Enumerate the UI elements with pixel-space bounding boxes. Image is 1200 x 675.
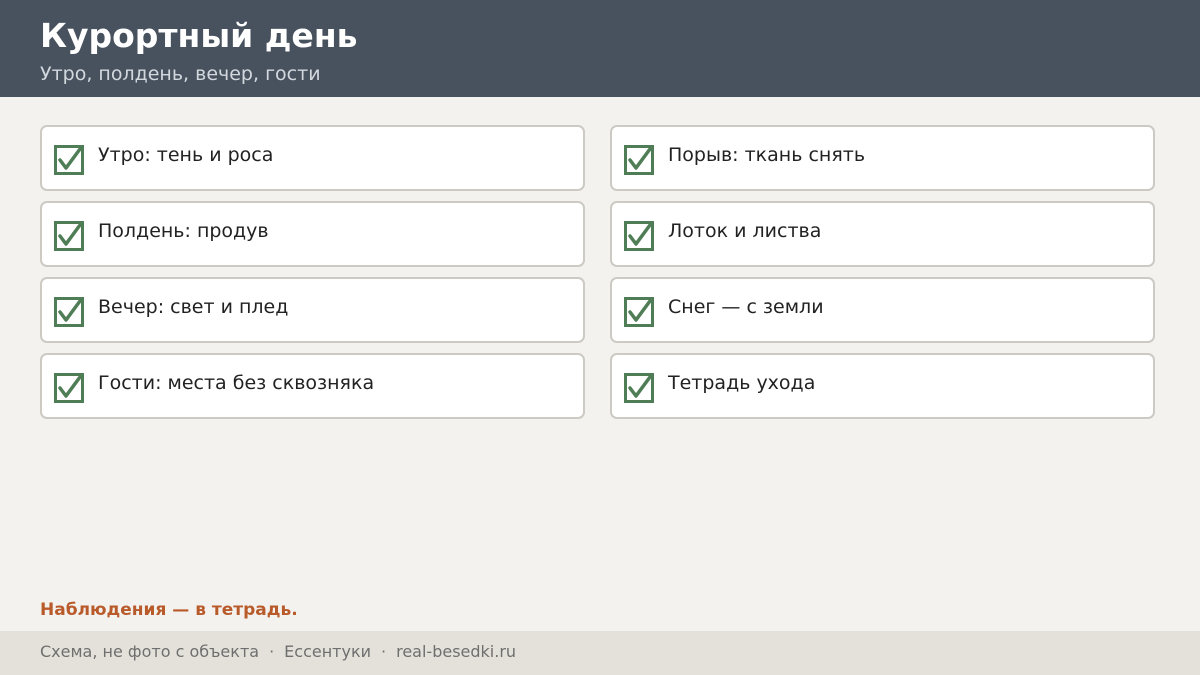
footer: Схема, не фото с объекта · Ессентуки · real-… — [0, 631, 1200, 675]
checklist-item-label: Снег — с земли — [668, 296, 824, 318]
checklist-item-label: Вечер: свет и плед — [98, 296, 289, 318]
checkbox-checked-icon[interactable] — [624, 145, 654, 175]
page-subtitle: Утро, полдень, вечер, гости — [40, 63, 321, 85]
checklist-item-label: Тетрадь ухода — [668, 372, 816, 394]
page-title: Курортный день — [40, 16, 358, 55]
checklist-item-label: Гости: места без сквозняка — [98, 372, 375, 394]
checkbox-checked-icon[interactable] — [54, 221, 84, 251]
checklist-item[interactable]: Снег — с земли — [610, 277, 1155, 343]
checklist-item-label: Полдень: продув — [98, 220, 269, 242]
checklist-item[interactable]: Полдень: продув — [40, 201, 585, 267]
note-text: Наблюдения — в тетрадь. — [40, 600, 298, 620]
checkbox-checked-icon[interactable] — [624, 373, 654, 403]
header: Курортный день Утро, полдень, вечер, гос… — [0, 0, 1200, 97]
page: Курортный день Утро, полдень, вечер, гос… — [0, 0, 1200, 675]
checklist-item-label: Порыв: ткань снять — [668, 144, 866, 166]
checklist-item[interactable]: Утро: тень и роса — [40, 125, 585, 191]
checkbox-checked-icon[interactable] — [54, 145, 84, 175]
checklist-item[interactable]: Тетрадь ухода — [610, 353, 1155, 419]
checklist-item[interactable]: Гости: места без сквозняка — [40, 353, 585, 419]
footer-city: Ессентуки — [284, 642, 372, 661]
checklist-item-label: Утро: тень и роса — [98, 144, 274, 166]
checklist-item-label: Лоток и листва — [668, 220, 822, 242]
checklist-item[interactable]: Лоток и листва — [610, 201, 1155, 267]
checklist-item[interactable]: Вечер: свет и плед — [40, 277, 585, 343]
checklist-item[interactable]: Порыв: ткань снять — [610, 125, 1155, 191]
footer-separator: · — [381, 642, 387, 661]
footer-site-link[interactable]: real-besedki.ru — [396, 642, 516, 661]
checkbox-checked-icon[interactable] — [54, 297, 84, 327]
checkbox-checked-icon[interactable] — [624, 221, 654, 251]
footer-line: Схема, не фото с объекта · Ессентуки · real-… — [40, 641, 516, 663]
footer-disclaimer: Схема, не фото с объекта — [40, 642, 260, 661]
checkbox-checked-icon[interactable] — [54, 373, 84, 403]
checkbox-checked-icon[interactable] — [624, 297, 654, 327]
footer-separator: · — [269, 642, 275, 661]
